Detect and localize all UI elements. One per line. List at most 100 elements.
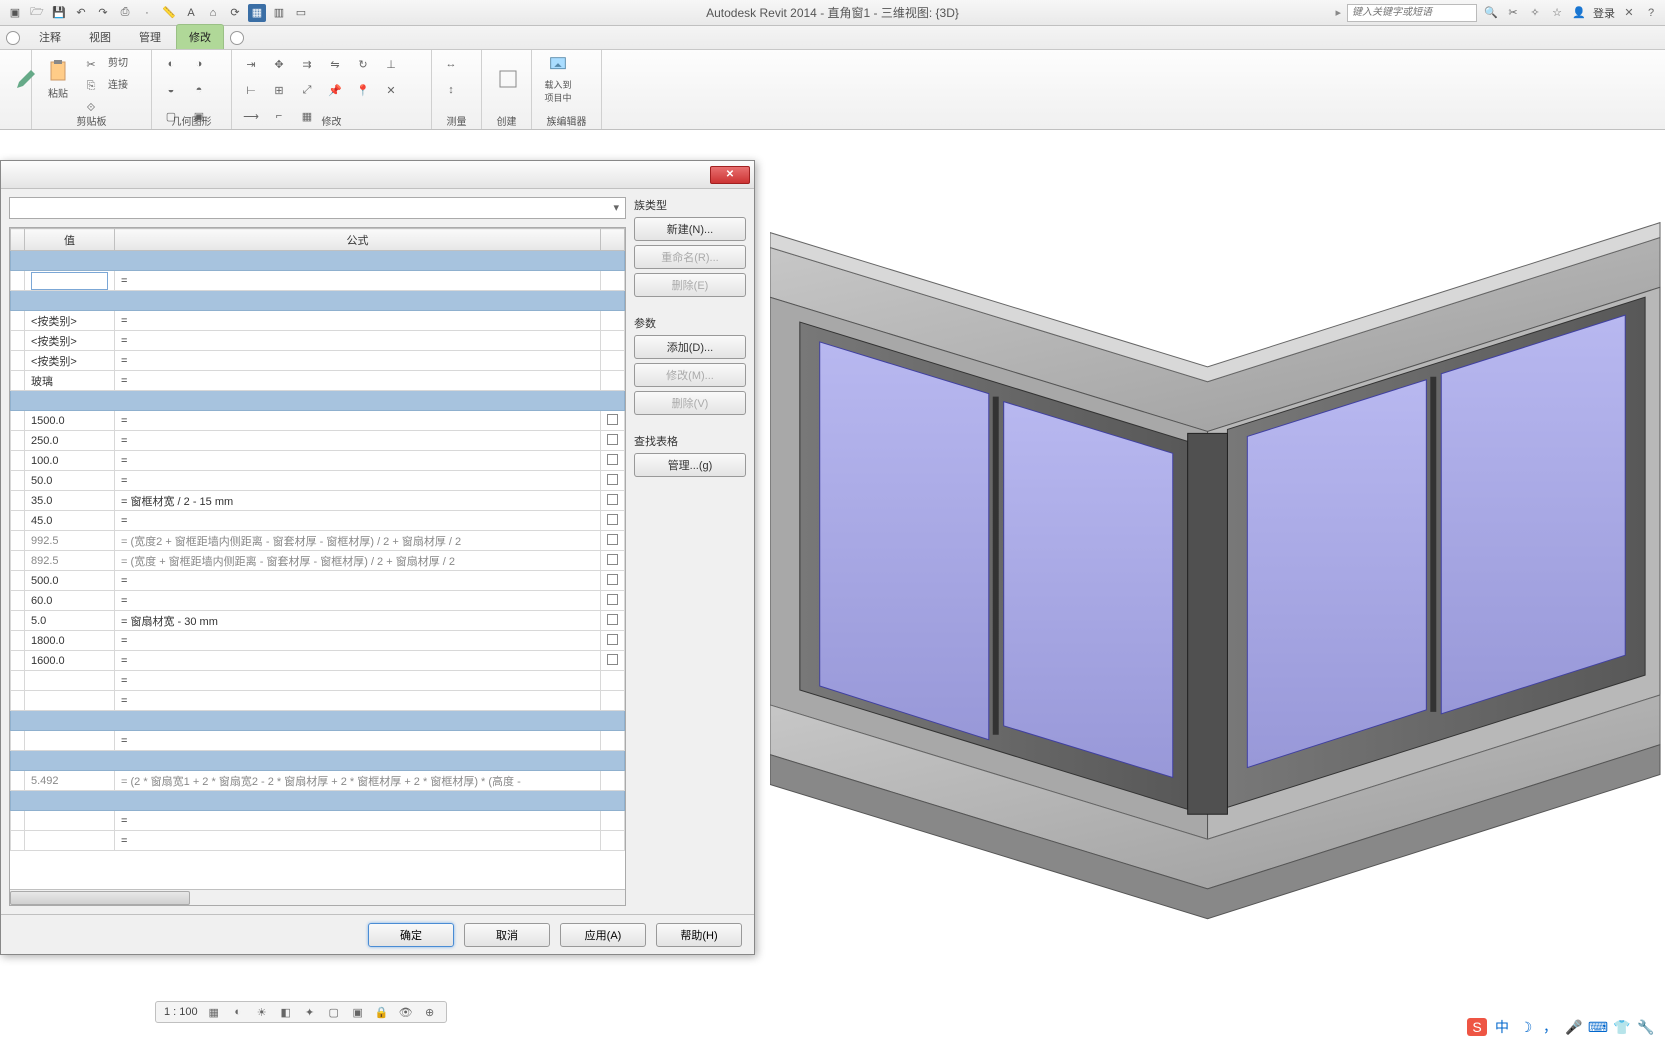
table-row[interactable]: <按类别>= xyxy=(11,311,625,331)
save-icon[interactable]: 💾 xyxy=(50,4,68,22)
reveal-icon[interactable]: ⊕ xyxy=(422,1004,438,1020)
cut-geom-icon[interactable]: ◑ xyxy=(188,54,210,74)
table-row[interactable]: 5.0= 窗扇材宽 - 30 mm xyxy=(11,611,625,631)
formula-cell[interactable]: = xyxy=(115,471,601,491)
table-row[interactable]: 50.0= xyxy=(11,471,625,491)
help-arrow-icon[interactable]: ▸ xyxy=(1335,6,1341,19)
lock-checkbox[interactable] xyxy=(607,494,618,505)
dialog-titlebar[interactable]: ✕ xyxy=(1,161,754,189)
tab-manage[interactable]: 管理 xyxy=(126,24,174,49)
crop-visible-icon[interactable]: ▣ xyxy=(350,1004,366,1020)
cancel-button[interactable]: 取消 xyxy=(464,923,550,947)
value-cell[interactable]: 992.5 xyxy=(25,531,115,551)
shadows-icon[interactable]: ◧ xyxy=(278,1004,294,1020)
app-menu-icon[interactable]: ▣ xyxy=(6,4,24,22)
value-cell[interactable] xyxy=(25,691,115,711)
formula-cell[interactable]: = xyxy=(115,691,601,711)
ime-keyboard-icon[interactable]: ⌨ xyxy=(1589,1018,1607,1036)
search-input[interactable] xyxy=(1347,4,1477,22)
lock-checkbox[interactable] xyxy=(607,634,618,645)
exchange-icon[interactable]: ✕ xyxy=(1621,5,1637,21)
ime-shirt-icon[interactable]: 👕 xyxy=(1613,1018,1631,1036)
formula-cell[interactable]: = xyxy=(115,351,601,371)
measure-icon[interactable]: 📏 xyxy=(160,4,178,22)
load-into-project-button[interactable]: 载入到 项目中 xyxy=(540,54,576,104)
formula-cell[interactable]: = xyxy=(115,311,601,331)
print-icon[interactable]: ⎙ xyxy=(116,4,134,22)
formula-cell[interactable]: = xyxy=(115,571,601,591)
value-cell[interactable]: 500.0 xyxy=(25,571,115,591)
table-row[interactable] xyxy=(11,711,625,731)
pin-icon[interactable]: 📌 xyxy=(324,80,346,100)
value-cell[interactable] xyxy=(25,811,115,831)
formula-cell[interactable]: = xyxy=(115,671,601,691)
table-row[interactable]: 1600.0= xyxy=(11,651,625,671)
value-cell[interactable] xyxy=(25,671,115,691)
table-row[interactable] xyxy=(11,751,625,771)
sun-path-icon[interactable]: ☀ xyxy=(254,1004,270,1020)
value-cell[interactable]: 100.0 xyxy=(25,451,115,471)
ok-button[interactable]: 确定 xyxy=(368,923,454,947)
modify-param-button[interactable]: 修改(M)... xyxy=(634,363,746,387)
table-row[interactable] xyxy=(11,791,625,811)
delete-icon[interactable]: ✕ xyxy=(380,80,402,100)
split-icon[interactable]: ◓ xyxy=(188,80,210,100)
offset-icon[interactable]: ⇉ xyxy=(296,54,318,74)
value-cell[interactable]: 45.0 xyxy=(25,511,115,531)
key-icon[interactable]: ✂ xyxy=(1505,5,1521,21)
lock-checkbox[interactable] xyxy=(607,454,618,465)
table-row[interactable] xyxy=(11,391,625,411)
manage-lookup-button[interactable]: 管理...(g) xyxy=(634,453,746,477)
lock-checkbox[interactable] xyxy=(607,654,618,665)
undo-icon[interactable]: ↶ xyxy=(72,4,90,22)
table-row[interactable]: 35.0= 窗框材宽 / 2 - 15 mm xyxy=(11,491,625,511)
move-icon[interactable]: ✥ xyxy=(268,54,290,74)
copy-icon[interactable]: ⎘ xyxy=(80,76,102,96)
ime-lang-icon[interactable]: 中 xyxy=(1493,1018,1511,1036)
table-row[interactable]: 45.0= xyxy=(11,511,625,531)
close-icon[interactable]: ✕ xyxy=(710,166,750,184)
lock-3d-icon[interactable]: 🔒 xyxy=(374,1004,390,1020)
lock-checkbox[interactable] xyxy=(607,414,618,425)
create-similar-icon[interactable] xyxy=(490,54,526,104)
switch-icon[interactable]: ▭ xyxy=(292,4,310,22)
lock-checkbox[interactable] xyxy=(607,434,618,445)
redo-icon[interactable]: ↷ xyxy=(94,4,112,22)
help-icon[interactable]: ? xyxy=(1643,5,1659,21)
table-row[interactable]: = xyxy=(11,671,625,691)
table-row[interactable]: = xyxy=(11,271,625,291)
table-row[interactable]: 60.0= xyxy=(11,591,625,611)
value-cell[interactable]: 35.0 xyxy=(25,491,115,511)
value-cell[interactable]: 1800.0 xyxy=(25,631,115,651)
table-row[interactable]: <按类别>= xyxy=(11,351,625,371)
col-value[interactable]: 值 xyxy=(25,229,115,251)
lock-checkbox[interactable] xyxy=(607,554,618,565)
formula-cell[interactable]: = xyxy=(115,411,601,431)
grid-hscrollbar[interactable] xyxy=(10,889,625,905)
add-param-button[interactable]: 添加(D)... xyxy=(634,335,746,359)
value-cell[interactable]: 5.0 xyxy=(25,611,115,631)
favorite-icon[interactable]: ☆ xyxy=(1549,5,1565,21)
new-type-button[interactable]: 新建(N)... xyxy=(634,217,746,241)
value-cell[interactable]: 1600.0 xyxy=(25,651,115,671)
lock-checkbox[interactable] xyxy=(607,594,618,605)
trim-icon[interactable]: ⊥ xyxy=(380,54,402,74)
value-edit-input[interactable] xyxy=(31,272,108,290)
table-row[interactable]: = xyxy=(11,831,625,851)
delete-type-button[interactable]: 删除(E) xyxy=(634,273,746,297)
formula-cell[interactable]: = xyxy=(115,371,601,391)
join-geom-icon[interactable]: ◒ xyxy=(160,80,182,100)
formula-cell[interactable]: = xyxy=(115,511,601,531)
delete-param-button[interactable]: 删除(V) xyxy=(634,391,746,415)
rename-type-button[interactable]: 重命名(R)... xyxy=(634,245,746,269)
table-row[interactable]: 100.0= xyxy=(11,451,625,471)
subscription-icon[interactable]: ✧ xyxy=(1527,5,1543,21)
ime-mic-icon[interactable]: 🎤 xyxy=(1565,1018,1583,1036)
paste-button[interactable]: 粘贴 xyxy=(40,54,76,104)
value-cell[interactable]: 892.5 xyxy=(25,551,115,571)
value-cell[interactable] xyxy=(25,731,115,751)
measure2-icon[interactable]: ↕ xyxy=(440,80,462,100)
login-link[interactable]: 登录 xyxy=(1593,5,1615,21)
col-blank[interactable] xyxy=(11,229,25,251)
formula-cell[interactable]: = xyxy=(115,631,601,651)
